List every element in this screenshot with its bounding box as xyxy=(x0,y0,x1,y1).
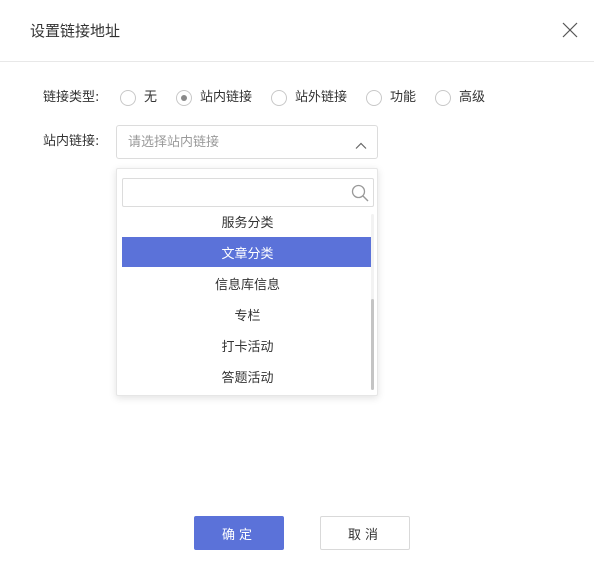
link-settings-dialog: 设置链接地址 链接类型: 无 站内链接 站外链接 功能 高级 站内链接: 请选择… xyxy=(0,0,594,578)
radio-label: 高级 xyxy=(459,90,486,105)
radio-icon xyxy=(271,90,287,106)
radio-label: 站外链接 xyxy=(295,90,348,105)
dialog-title: 设置链接地址 xyxy=(30,22,121,40)
select-placeholder: 请选择站内链接 xyxy=(128,135,220,150)
radio-icon xyxy=(435,90,451,106)
confirm-button[interactable]: 确定 xyxy=(194,516,284,550)
dropdown-options-list: 服务分类 文章分类 信息库信息 专栏 打卡活动 答题活动 xyxy=(122,207,373,393)
radio-advanced[interactable]: 高级 xyxy=(435,88,485,108)
dropdown-search-input[interactable] xyxy=(123,179,343,206)
dialog-header: 设置链接地址 xyxy=(0,0,594,62)
radio-label: 站内链接 xyxy=(200,90,253,105)
cancel-button[interactable]: 取消 xyxy=(320,516,410,550)
dropdown-option[interactable]: 信息库信息 xyxy=(122,268,373,298)
internal-link-dropdown: 服务分类 文章分类 信息库信息 专栏 打卡活动 答题活动 xyxy=(116,168,378,396)
internal-link-label: 站内链接: xyxy=(43,134,100,149)
radio-label: 功能 xyxy=(390,90,417,105)
dropdown-option[interactable]: 服务分类 xyxy=(122,207,373,236)
dropdown-option-selected[interactable]: 文章分类 xyxy=(122,237,373,267)
dropdown-option[interactable]: 答题活动 xyxy=(122,361,373,391)
radio-function[interactable]: 功能 xyxy=(366,88,416,108)
close-icon[interactable] xyxy=(561,21,579,39)
dropdown-option[interactable]: 打卡活动 xyxy=(122,330,373,360)
radio-icon xyxy=(366,90,382,106)
radio-icon xyxy=(176,90,192,106)
internal-link-select[interactable]: 请选择站内链接 xyxy=(116,125,378,159)
chevron-up-icon xyxy=(355,137,367,149)
dropdown-search-box xyxy=(122,178,374,207)
dropdown-option[interactable]: 专栏 xyxy=(122,299,373,329)
dropdown-scrollbar[interactable] xyxy=(371,214,374,390)
radio-external-link[interactable]: 站外链接 xyxy=(271,88,347,108)
radio-internal-link[interactable]: 站内链接 xyxy=(176,88,252,108)
scrollbar-thumb[interactable] xyxy=(371,299,374,390)
link-type-label: 链接类型: xyxy=(43,90,100,105)
radio-icon xyxy=(120,90,136,106)
radio-none[interactable]: 无 xyxy=(120,88,157,108)
search-icon[interactable] xyxy=(351,184,369,202)
radio-label: 无 xyxy=(144,90,158,105)
